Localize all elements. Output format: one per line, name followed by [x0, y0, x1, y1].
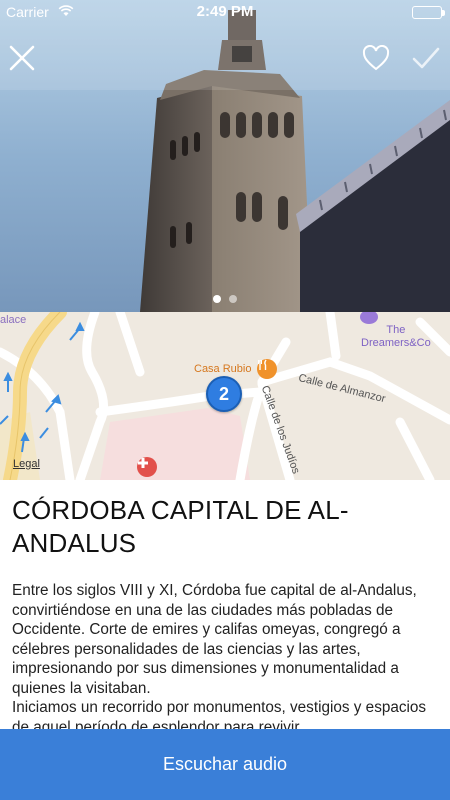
checkmark-icon [412, 47, 440, 69]
listen-audio-button[interactable]: Escuchar audio [0, 729, 450, 800]
description-paragraph-2: Iniciamos un recorrido por monumentos, v… [12, 699, 427, 729]
restaurant-icon[interactable] [257, 359, 277, 379]
status-bar: Carrier 2:49 PM [0, 0, 450, 24]
heart-outline-icon [362, 45, 390, 71]
hospital-icon[interactable] [137, 457, 157, 477]
clock: 2:49 PM [196, 3, 254, 20]
page-dot-2[interactable] [229, 295, 237, 303]
close-icon [9, 45, 35, 71]
map-label-palace: alace [0, 314, 27, 326]
close-button[interactable] [4, 40, 40, 76]
map-view[interactable]: alace The Dreamers&Co Casa Rubio Calle d… [0, 312, 450, 480]
favorite-button[interactable] [358, 40, 394, 76]
mark-visited-button[interactable] [408, 40, 444, 76]
map-label-casa-rubio: Casa Rubio [194, 363, 252, 375]
gallery-page-indicator[interactable] [0, 295, 450, 303]
map-legal-link[interactable]: Legal [13, 458, 40, 470]
description-text: Entre los siglos VIII y XI, Córdoba fue … [12, 581, 440, 729]
stop-marker[interactable]: 2 [206, 376, 242, 412]
map-label-dreamers: The Dreamers&Co [361, 324, 431, 349]
description-paragraph-1: Entre los siglos VIII y XI, Córdoba fue … [12, 582, 417, 697]
battery-icon [412, 6, 445, 19]
page-dot-1[interactable] [213, 295, 221, 303]
page-title: CÓRDOBA CAPITAL DE AL-ANDALUS [12, 495, 349, 558]
hero-photo-gallery[interactable]: Carrier 2:49 PM [0, 0, 450, 312]
